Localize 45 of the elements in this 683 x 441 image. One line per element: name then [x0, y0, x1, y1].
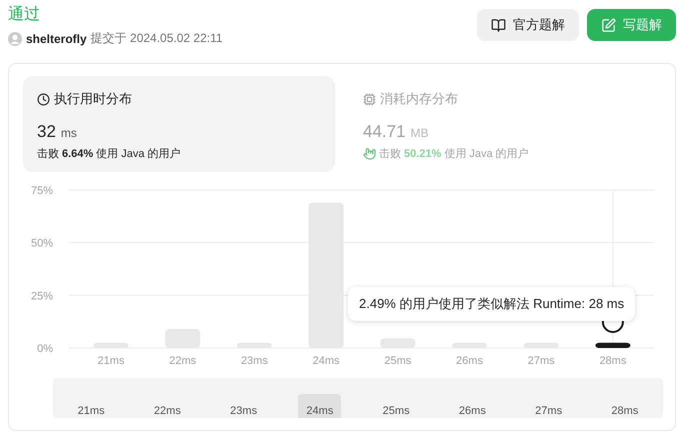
status-label: 通过 — [8, 4, 41, 25]
metric-tab[interactable]: 执行用时分布 32 ms 击败 6.64% 使用 Java 的用户 — [23, 76, 335, 172]
chart-tooltip: 2.49% 的用户使用了类似解法 Runtime: 28 ms — [348, 287, 636, 321]
axis-label: 26ms — [456, 355, 483, 367]
beats-label: 使用 Java 的用户 — [444, 146, 529, 161]
overview-label: 23ms — [229, 404, 258, 418]
beats-percent: 6.64% — [62, 148, 94, 160]
tab-title: 执行用时分布 — [54, 90, 132, 108]
axis-label: 21ms — [98, 355, 124, 367]
book-icon — [491, 18, 506, 32]
overview-bar[interactable]: 21ms 22ms 23ms 24ms 25ms 26ms 27ms 28ms — [53, 378, 663, 418]
axis-label: 22ms — [169, 355, 196, 367]
metric-unit: ms — [60, 126, 77, 140]
axis-label: 0% — [37, 343, 53, 355]
overview-label: 28ms — [610, 404, 640, 418]
overview-label: 24ms — [298, 394, 342, 418]
overview-label: 21ms — [76, 404, 106, 418]
beats-percent: 50.21% — [404, 148, 442, 160]
axis-label: 50% — [30, 238, 53, 250]
axis-label: 23ms — [240, 355, 268, 367]
metric-value: 32 — [37, 122, 56, 142]
username[interactable]: shelterofly — [26, 32, 87, 46]
chip-icon — [363, 92, 376, 106]
beats-label: 击败 — [37, 147, 59, 161]
metric-value: 44.71 — [363, 122, 406, 142]
axis-label: 25ms — [384, 355, 412, 367]
official-solution-button[interactable]: 官方题解 — [477, 9, 579, 41]
overview-label: 25ms — [382, 404, 411, 418]
avatar-icon — [8, 32, 22, 46]
clock-icon — [37, 92, 50, 106]
tab-title: 消耗内存分布 — [380, 90, 458, 108]
overview-label: 22ms — [152, 404, 182, 418]
edit-icon — [601, 18, 616, 32]
beats-label: 使用 Java 的用户 — [96, 146, 181, 161]
overview-label: 26ms — [458, 404, 487, 418]
overview-label: 27ms — [534, 404, 564, 418]
axis-label: 28ms — [599, 355, 626, 367]
axis-label: 24ms — [312, 355, 340, 367]
metric-unit: MB — [410, 126, 429, 140]
hand-icon — [363, 147, 376, 160]
axis-label: 25% — [30, 290, 53, 302]
axis-label: 27ms — [528, 355, 555, 367]
submission-time: 提交于 2024.05.02 22:11 — [90, 30, 223, 47]
beats-label: 击败 — [379, 147, 401, 161]
axis-label: 75% — [30, 185, 53, 197]
